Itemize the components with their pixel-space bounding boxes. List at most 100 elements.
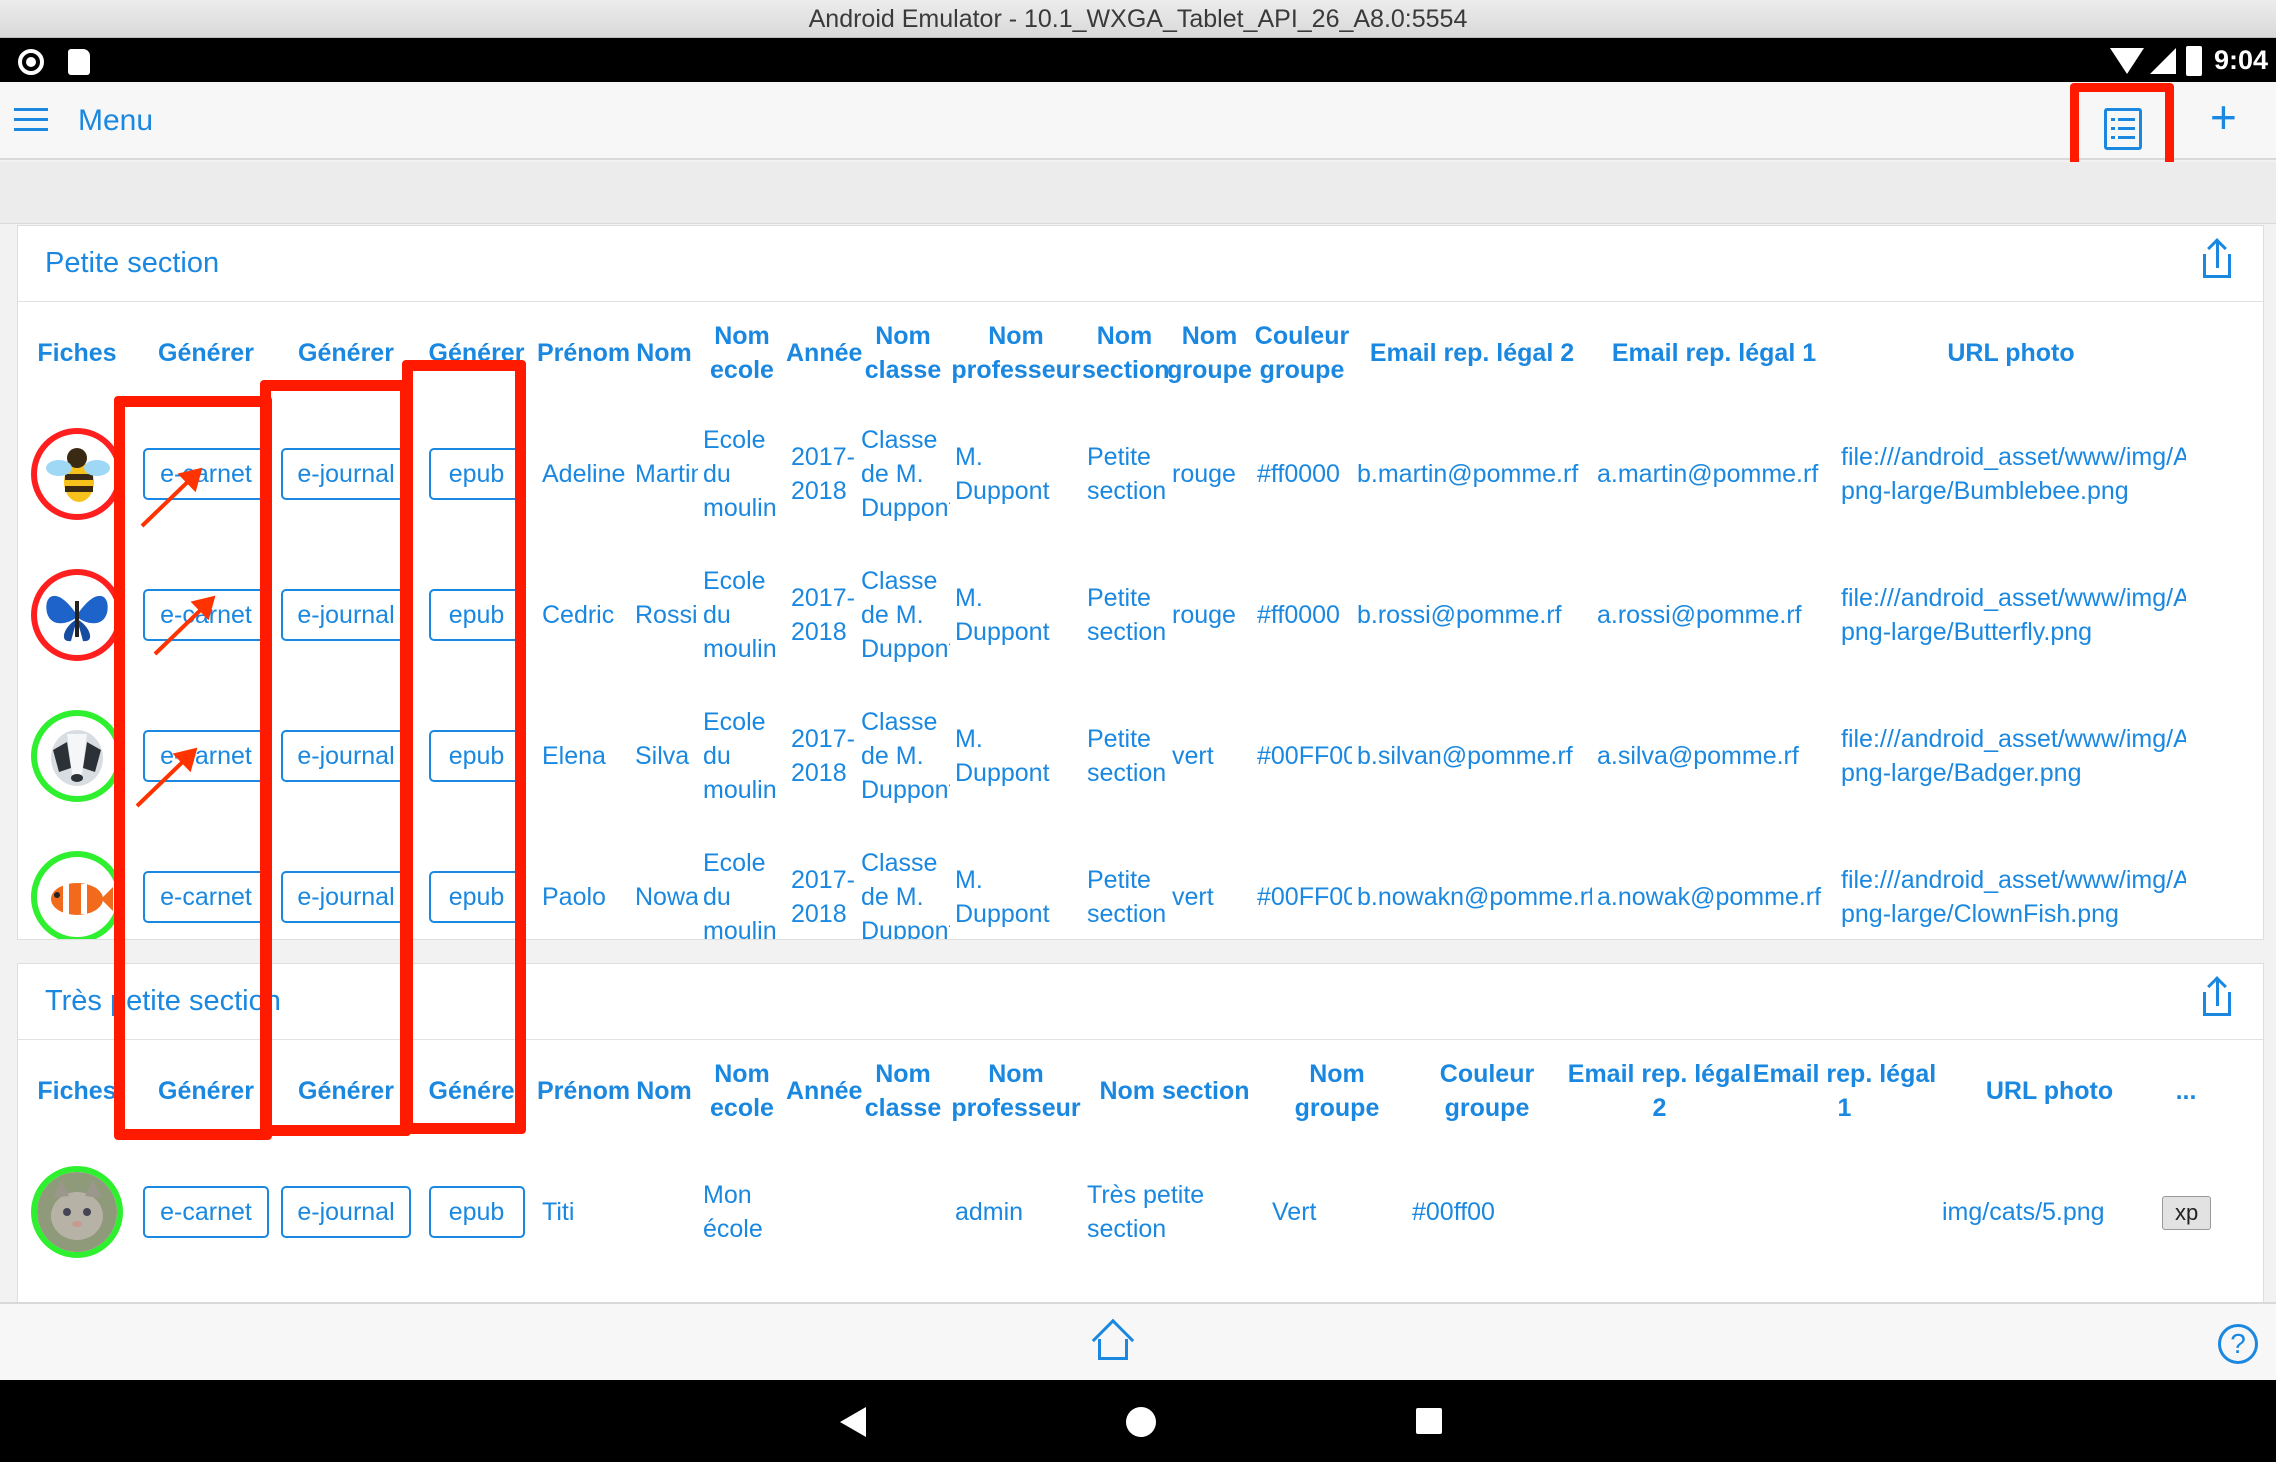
table-row[interactable]: e-carnet e-journal epub Titi Mon école admin Tr… <box>18 1141 2212 1283</box>
add-icon[interactable]: + <box>2210 94 2237 140</box>
butterfly-icon[interactable] <box>31 568 123 661</box>
email2-cell: b.silvan@pomme.rf <box>1357 741 1573 770</box>
status-time: 9:04 <box>2214 45 2269 75</box>
recent-apps-icon[interactable] <box>1416 1408 1442 1434</box>
section-title: Petite section <box>45 247 220 279</box>
epub-button[interactable]: epub <box>428 588 525 641</box>
column-header[interactable]: Nom <box>630 302 698 403</box>
couleur-cell: #00ff00 <box>1412 1198 1495 1226</box>
e-journal-button[interactable]: e-journal <box>281 870 411 923</box>
export-button[interactable]: xp <box>2162 1195 2212 1230</box>
prenom-cell: Cedric <box>542 600 615 629</box>
ecole-cell: Ecole du moulin <box>703 425 777 522</box>
cat-photo[interactable] <box>31 1166 123 1258</box>
couleur-cell: #ff0000 <box>1257 459 1340 488</box>
column-header[interactable]: Nom ecole <box>698 1040 786 1141</box>
column-header[interactable]: Générer <box>276 302 416 403</box>
column-header[interactable]: Nom professeur <box>950 1040 1082 1141</box>
table-row[interactable]: e-carnete-journalepubAdelineMartinEcoled… <box>18 403 2186 544</box>
column-header[interactable]: Nom <box>630 1040 698 1141</box>
home-icon[interactable] <box>1091 1318 1135 1362</box>
bottom-bar: ? <box>0 1302 2276 1380</box>
email1-cell: a.nowak@pomme.rf <box>1597 882 1822 911</box>
column-header[interactable]: Email rep. légal 1 <box>1592 302 1836 403</box>
column-header[interactable]: Couleur groupe <box>1252 302 1352 403</box>
column-header[interactable]: Nom groupe <box>1267 1040 1407 1141</box>
section-title: Très petite section <box>45 985 281 1017</box>
e-carnet-button[interactable]: e-carnet <box>143 729 269 782</box>
epub-button[interactable]: epub <box>428 729 525 782</box>
back-icon[interactable] <box>840 1407 866 1437</box>
column-header[interactable]: Nom ecole <box>698 302 786 403</box>
column-header[interactable]: URL photo <box>1836 302 2186 403</box>
nom-cell: Martin <box>635 459 698 488</box>
column-header[interactable]: Email rep. légal 1 <box>1752 1040 1937 1141</box>
prof-cell: M. Duppont <box>955 724 1050 787</box>
url-cell: img/cats/5.png <box>1942 1198 2105 1226</box>
ecole-cell: Ecole du moulin <box>703 707 777 804</box>
groupe-cell: vert <box>1172 882 1214 911</box>
sd-card-icon <box>68 49 90 75</box>
emulator-window: Android Emulator - 10.1_WXGA_Tablet_API_… <box>0 0 2276 1462</box>
column-header[interactable]: Email rep. légal 2 <box>1352 302 1592 403</box>
bee-icon[interactable] <box>31 427 123 520</box>
column-header[interactable]: Année <box>786 1040 862 1141</box>
column-header[interactable]: Nom section <box>1082 302 1170 403</box>
column-header[interactable]: URL photo <box>1937 1040 2162 1141</box>
e-carnet-button[interactable]: e-carnet <box>143 1186 269 1238</box>
column-header[interactable]: Nom professeur <box>950 302 1082 403</box>
column-header[interactable]: Générer <box>416 302 537 403</box>
table-row[interactable]: e-carnete-journalepubCedricRossiEcoledum… <box>18 544 2186 685</box>
column-header[interactable]: ... <box>2162 1040 2210 1141</box>
main-content[interactable]: Petite section Fiches Générer Générer Génér… <box>0 224 2276 1302</box>
annee-cell: 2017- 2018 <box>791 442 855 505</box>
email1-cell: a.martin@pomme.rf <box>1597 459 1819 488</box>
hamburger-icon[interactable] <box>14 108 48 132</box>
e-journal-button[interactable]: e-journal <box>281 447 411 500</box>
couleur-cell: #00FF00 <box>1257 882 1352 911</box>
column-header[interactable]: Email rep. légal 2 <box>1567 1040 1752 1141</box>
column-header[interactable]: Nom classe <box>856 302 950 403</box>
e-carnet-button[interactable]: e-carnet <box>143 870 269 923</box>
students-table: Fiches Générer Générer Générer Prénom Nom Nom e… <box>18 1040 2212 1302</box>
menu-label[interactable]: Menu <box>78 82 153 160</box>
share-icon[interactable] <box>2203 238 2233 280</box>
e-journal-button[interactable]: e-journal <box>281 588 411 641</box>
column-header[interactable]: Fiches <box>18 1040 136 1141</box>
wifi-icon <box>2110 48 2144 74</box>
column-header[interactable]: Prénom <box>537 1040 630 1141</box>
students-table: Fiches Générer Générer Générer Prénom Nom Nom e… <box>18 302 2186 940</box>
epub-button[interactable]: epub <box>428 870 525 923</box>
section-cell: Petite section <box>1087 724 1167 787</box>
notification-icon <box>18 49 44 75</box>
clownfish-icon[interactable] <box>31 850 123 939</box>
ecole-cell: Ecole du moulin <box>703 848 777 940</box>
column-header[interactable]: Nom classe <box>856 1040 950 1141</box>
prof-cell: admin <box>955 1198 1024 1226</box>
nom-cell: Silva <box>635 741 690 770</box>
epub-button[interactable]: epub <box>428 1186 525 1238</box>
e-journal-button[interactable]: e-journal <box>281 729 411 782</box>
nom-cell: Rossi <box>635 600 698 629</box>
nav-home-icon[interactable] <box>1126 1407 1156 1437</box>
column-header[interactable]: Générer <box>136 302 276 403</box>
column-header[interactable]: Couleur groupe <box>1407 1040 1567 1141</box>
column-header[interactable]: Année <box>786 302 862 403</box>
share-icon[interactable] <box>2203 976 2233 1018</box>
badger-icon[interactable] <box>31 709 123 802</box>
table-row[interactable]: MonécoleTrès petitesection <box>18 1283 2210 1302</box>
column-header[interactable]: Prénom <box>537 302 630 403</box>
e-journal-button[interactable]: e-journal <box>281 1186 411 1238</box>
column-header[interactable]: Générer <box>136 1040 276 1141</box>
table-row[interactable]: e-carnet e-journal epub Elena Silva Ecole du mo… <box>18 685 2186 826</box>
help-icon[interactable]: ? <box>2218 1324 2258 1364</box>
epub-button[interactable]: epub <box>428 447 525 500</box>
column-header[interactable]: Générer <box>416 1040 537 1141</box>
ecole-cell: Ecole du moulin <box>703 566 777 663</box>
list-icon <box>2104 108 2142 150</box>
column-header[interactable]: Générer <box>276 1040 416 1141</box>
table-row[interactable]: e-carnete-journal epub Paolo NowakEcoledumo… <box>18 826 2186 940</box>
column-header[interactable]: Nom groupe <box>1167 302 1252 403</box>
column-header[interactable]: Fiches <box>18 302 136 403</box>
column-header[interactable]: Nom section <box>1082 1040 1267 1141</box>
